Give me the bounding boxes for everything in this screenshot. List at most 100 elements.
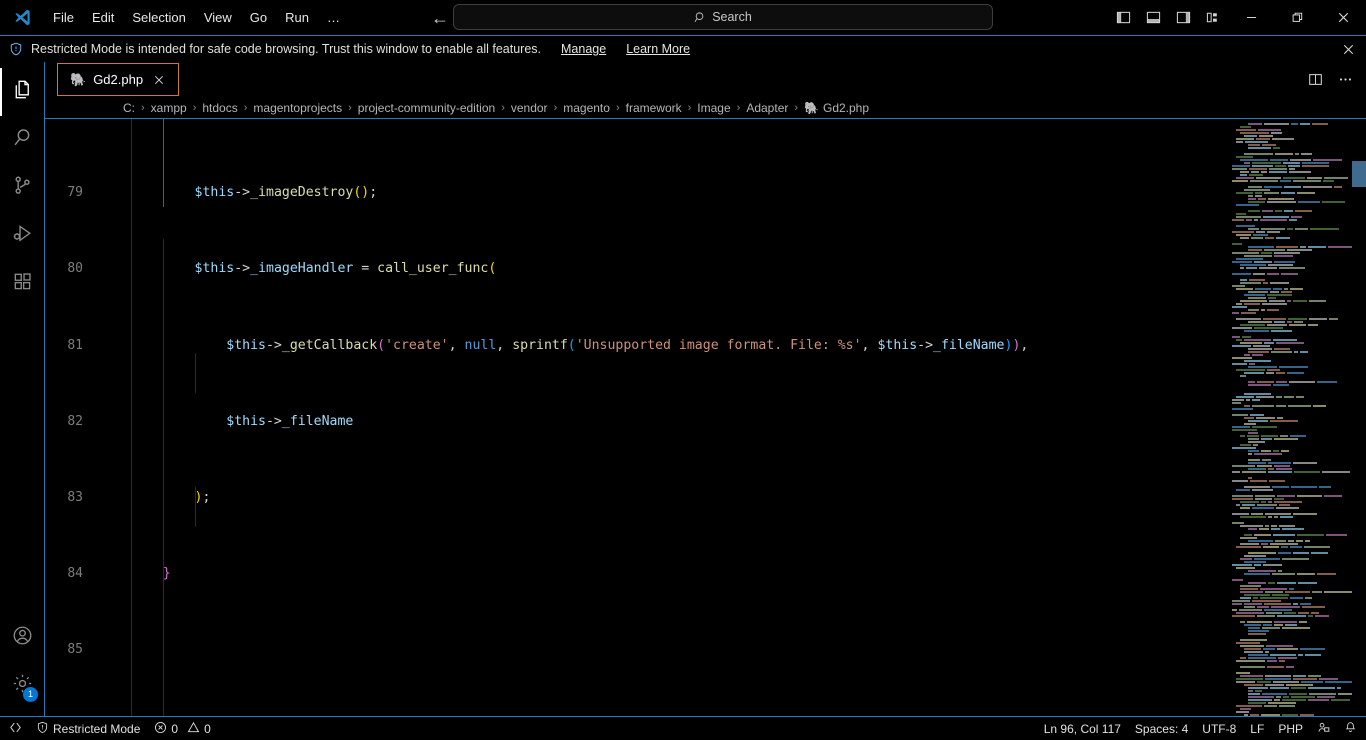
minimap-token: [1268, 582, 1275, 584]
minimap-token: [1290, 597, 1303, 599]
tab-close-icon[interactable]: [150, 71, 168, 89]
code-line[interactable]: 81 $this->_getCallback('create', null, s…: [45, 336, 1366, 355]
minimap-token: [1274, 498, 1284, 500]
minimap-token: [1261, 450, 1271, 452]
breadcrumb-item-6[interactable]: magento: [563, 101, 610, 115]
breadcrumb-item-9[interactable]: Adapter: [746, 101, 788, 115]
breadcrumb-item-3[interactable]: magentoprojects: [253, 101, 342, 115]
close-icon[interactable]: [1320, 0, 1366, 36]
arrow-left-icon[interactable]: ←: [431, 9, 449, 27]
minimap-token: [1240, 666, 1265, 668]
status-editor-position[interactable]: Ln 96, Col 117: [1037, 717, 1128, 740]
status-remote-window[interactable]: [2, 717, 29, 740]
minimap-token: [1248, 351, 1269, 353]
minimap-token: [1248, 702, 1266, 704]
minimap-token: [1279, 267, 1305, 269]
menu-selection[interactable]: Selection: [123, 6, 194, 29]
code-line[interactable]: 83 );: [45, 488, 1366, 507]
minimap-token: [1288, 318, 1307, 320]
status-live-share[interactable]: [1310, 717, 1337, 740]
code-line[interactable]: 85: [45, 640, 1366, 659]
minimize-icon[interactable]: [1228, 0, 1274, 36]
menu-view[interactable]: View: [195, 6, 241, 29]
breadcrumb-item-5[interactable]: vendor: [511, 101, 548, 115]
minimap-token: [1257, 615, 1275, 617]
minimap-token: [1248, 381, 1255, 383]
minimap-token: [1232, 165, 1250, 167]
status-restricted-mode[interactable]: Restricted Mode: [29, 717, 147, 740]
shield-icon: [36, 721, 49, 737]
breadcrumb-item-7[interactable]: framework: [626, 101, 682, 115]
minimap-token: [1248, 696, 1274, 698]
minimap-token: [1315, 615, 1329, 617]
minimap-token: [1244, 294, 1265, 296]
status-editor-encoding[interactable]: UTF-8: [1195, 717, 1243, 740]
banner-manage-link[interactable]: Manage: [561, 42, 606, 56]
breadcrumb-item-4[interactable]: project-community-edition: [358, 101, 495, 115]
minimap-token: [1249, 168, 1267, 170]
restore-icon[interactable]: [1274, 0, 1320, 36]
toggle-panel-icon[interactable]: [1140, 0, 1166, 36]
sidebar-item-search[interactable]: [0, 116, 44, 164]
sidebar-item-run-and-debug[interactable]: [0, 212, 44, 260]
status-editor-eol[interactable]: LF: [1243, 717, 1271, 740]
breadcrumb-item-file[interactable]: 🐘Gd2.php: [804, 101, 869, 115]
banner-learn-more-link[interactable]: Learn More: [626, 42, 690, 56]
code-line[interactable]: 79 $this->_imageDestroy();: [45, 183, 1366, 202]
sidebar-item-extensions[interactable]: [0, 260, 44, 308]
minimap-token: [1293, 675, 1306, 677]
minimap-token: [1312, 123, 1328, 125]
tab-gd2-php[interactable]: 🐘 Gd2.php: [57, 63, 179, 96]
code-line[interactable]: 80 $this->_imageHandler = call_user_func…: [45, 259, 1366, 278]
status-problems[interactable]: 0 0: [147, 717, 217, 740]
menu-more[interactable]: …: [318, 6, 349, 29]
breadcrumb-item-1[interactable]: xampp: [151, 101, 187, 115]
minimap-token: [1257, 681, 1271, 683]
code-line[interactable]: 84 }: [45, 564, 1366, 583]
menu-edit[interactable]: Edit: [83, 6, 123, 29]
sidebar-item-accounts[interactable]: [0, 614, 44, 662]
breadcrumb-separator: ›: [682, 102, 698, 114]
breadcrumb-item-8[interactable]: Image: [697, 101, 730, 115]
more-actions-icon[interactable]: [1332, 67, 1358, 93]
minimap[interactable]: [1230, 119, 1352, 716]
remote-icon: [9, 721, 22, 737]
sidebar-item-explorer[interactable]: [0, 68, 44, 116]
code-editor[interactable]: 79 $this->_imageDestroy(); 80 $this->_im…: [45, 119, 1366, 716]
minimap-token: [1254, 219, 1258, 221]
menu-file[interactable]: File: [44, 6, 83, 29]
code-lines[interactable]: 79 $this->_imageDestroy(); 80 $this->_im…: [45, 119, 1366, 716]
minimap-token: [1293, 462, 1317, 464]
toggle-secondary-sidebar-icon[interactable]: [1170, 0, 1196, 36]
status-editor-indentation[interactable]: Spaces: 4: [1128, 717, 1195, 740]
minimap-token: [1236, 303, 1242, 305]
minimap-token: [1254, 453, 1282, 455]
minimap-token: [1265, 525, 1269, 527]
minimap-token: [1252, 507, 1274, 509]
search-input[interactable]: Search: [453, 4, 993, 30]
minimap-token: [1274, 465, 1290, 467]
minimap-token: [1326, 534, 1347, 536]
sidebar-item-manage[interactable]: 1: [0, 662, 44, 710]
banner-close-icon[interactable]: [1338, 39, 1358, 59]
menu-go[interactable]: Go: [241, 6, 276, 29]
minimap-token: [1252, 399, 1260, 401]
customize-layout-icon[interactable]: [1200, 0, 1226, 36]
status-notifications[interactable]: [1337, 717, 1364, 740]
minimap-token: [1253, 345, 1270, 347]
toggle-primary-sidebar-icon[interactable]: [1110, 0, 1136, 36]
split-editor-right-icon[interactable]: [1302, 67, 1328, 93]
minimap-token: [1324, 495, 1342, 497]
code-line[interactable]: 82 $this->_fileName: [45, 412, 1366, 431]
sidebar-item-source-control[interactable]: [0, 164, 44, 212]
breadcrumb-item-2[interactable]: htdocs: [202, 101, 237, 115]
status-editor-language[interactable]: PHP: [1271, 717, 1310, 740]
scrollbar-thumb[interactable]: [1352, 161, 1366, 187]
minimap-token: [1263, 624, 1272, 626]
breadcrumb-item-0[interactable]: C:: [123, 101, 135, 115]
minimap-token: [1248, 462, 1266, 464]
menu-run[interactable]: Run: [276, 6, 318, 29]
minimap-token: [1244, 393, 1271, 395]
minimap-token: [1241, 312, 1256, 314]
editor-scrollbar[interactable]: [1352, 119, 1366, 716]
